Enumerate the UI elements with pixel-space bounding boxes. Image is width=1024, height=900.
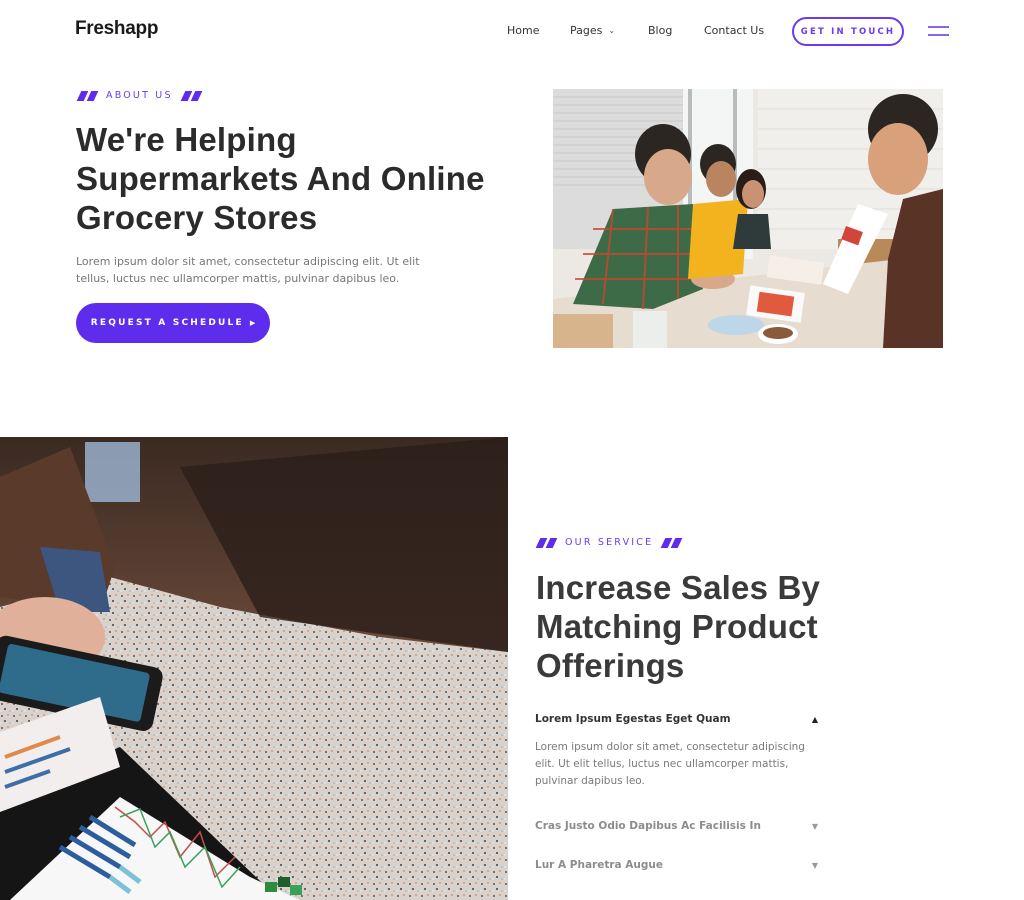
- hamburger-icon[interactable]: [928, 26, 949, 36]
- accordion-title: Cras Justo Odio Dapibus Ac Facilisis In: [535, 820, 761, 832]
- double-slash-icon: [535, 537, 558, 548]
- team-photo: [553, 89, 943, 348]
- site-logo[interactable]: Freshapp: [75, 18, 158, 40]
- request-schedule-label: REQUEST A SCHEDULE: [90, 318, 244, 328]
- accordion-header[interactable]: Lur A Pharetra Augue ▼: [535, 859, 820, 871]
- accordion-body: Lorem ipsum dolor sit amet, consectetur …: [535, 741, 805, 787]
- nav-pages-label: Pages: [570, 24, 603, 37]
- nav-home[interactable]: Home: [507, 24, 539, 37]
- double-slash-icon: [76, 90, 99, 101]
- caret-up-icon: ▲: [811, 714, 818, 724]
- about-title: We're Helping Supermarkets And Online Gr…: [76, 121, 485, 236]
- caret-down-icon: ▼: [811, 821, 818, 831]
- chevron-down-icon: ⌄: [608, 26, 616, 35]
- double-slash-icon: [180, 90, 203, 101]
- nav-contact-us[interactable]: Contact Us: [704, 24, 764, 37]
- request-schedule-button[interactable]: REQUEST A SCHEDULE ▶: [76, 303, 270, 343]
- about-eyebrow-label: ABOUT US: [106, 90, 173, 101]
- analytics-photo: [0, 437, 508, 900]
- accordion-title: Lorem Ipsum Egestas Eget Quam: [535, 713, 731, 725]
- double-slash-icon: [660, 537, 683, 548]
- accordion-title: Lur A Pharetra Augue: [535, 859, 663, 871]
- nav-blog[interactable]: Blog: [648, 24, 672, 37]
- team-photo-illustration: [553, 89, 943, 348]
- accordion-item: Lur A Pharetra Augue ▼: [535, 859, 820, 871]
- accordion-item: Lorem Ipsum Egestas Eget Quam ▲ Lorem ip…: [535, 713, 820, 790]
- about-eyebrow: ABOUT US: [76, 90, 203, 101]
- nav-pages[interactable]: Pages ⌄: [570, 24, 615, 37]
- service-eyebrow-label: OUR SERVICE: [565, 537, 654, 548]
- accordion-header[interactable]: Lorem Ipsum Egestas Eget Quam ▲: [535, 713, 820, 725]
- service-eyebrow: OUR SERVICE: [535, 537, 683, 548]
- caret-down-icon: ▼: [811, 860, 818, 870]
- service-title: Increase Sales By Matching Product Offer…: [536, 569, 821, 684]
- accordion-header[interactable]: Cras Justo Odio Dapibus Ac Facilisis In …: [535, 820, 820, 832]
- site-header: Freshapp Home Pages ⌄ Blog Contact Us GET…: [0, 0, 1024, 62]
- accordion-item: Cras Justo Odio Dapibus Ac Facilisis In …: [535, 820, 820, 832]
- caret-right-icon: ▶: [249, 319, 256, 327]
- analytics-photo-illustration: [0, 437, 508, 900]
- about-description: Lorem ipsum dolor sit amet, consectetur …: [76, 255, 420, 285]
- get-in-touch-button[interactable]: GET IN TOUCH: [792, 17, 904, 46]
